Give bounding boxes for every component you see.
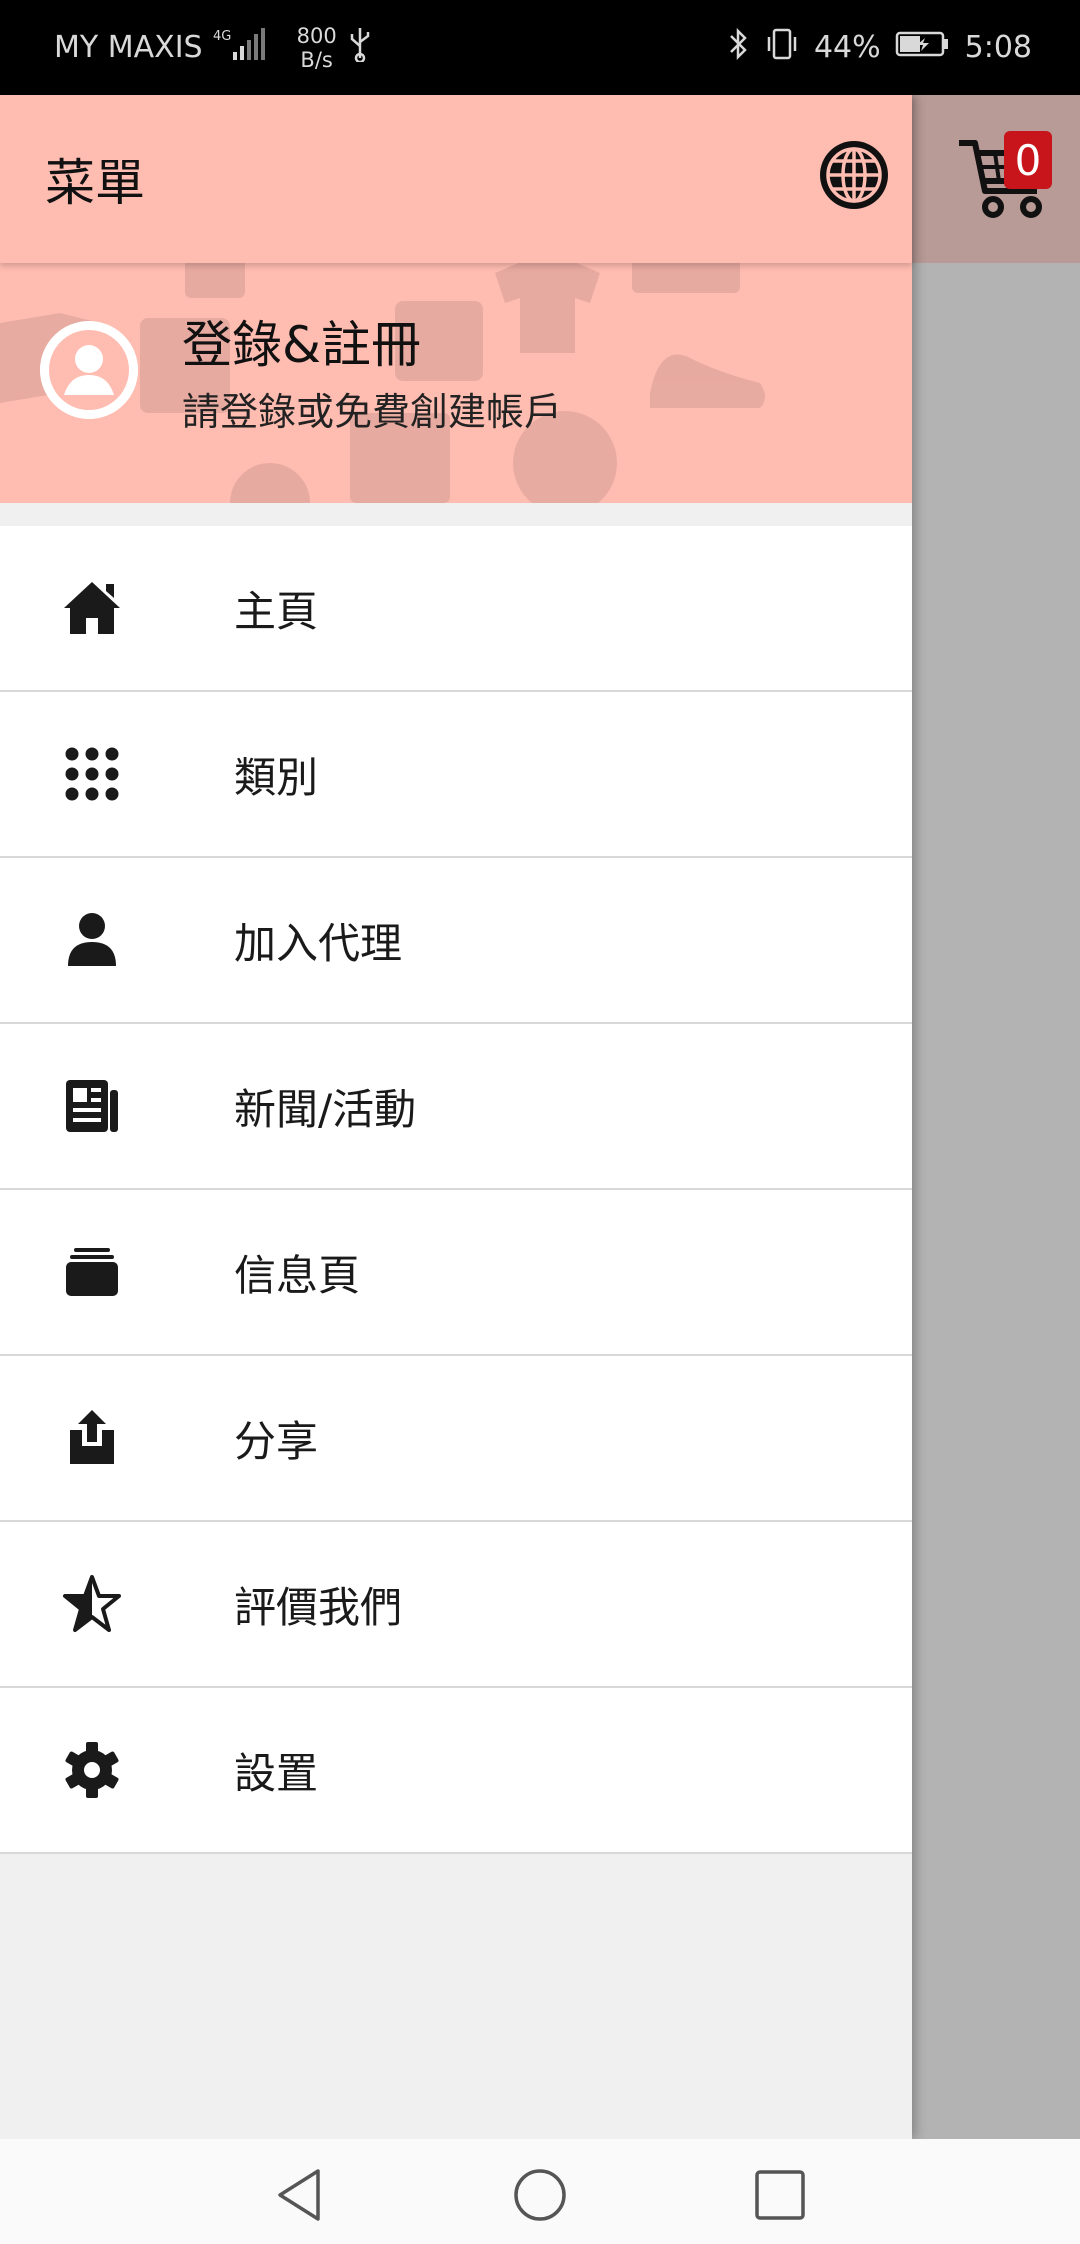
menu-item-news[interactable]: 新聞/活動 [0,1024,912,1190]
network-speed: 800 B/s [296,23,337,72]
menu-label-settings: 設置 [234,1748,319,1798]
stack-icon [62,1242,122,1302]
newspaper-icon [62,1076,122,1136]
home-nav-icon[interactable] [512,2167,568,2223]
menu-label-info-page: 信息頁 [234,1250,361,1300]
navigation-drawer: 菜單 登錄&註冊 請登錄或免費創建帳戶 主頁 類別 加入代理 新聞/活動 信息頁… [0,95,912,2139]
star-icon [62,1574,122,1634]
network-type: 4G [213,29,231,44]
menu-label-news: 新聞/活動 [234,1084,417,1134]
cart-count-badge: 0 [1004,131,1052,189]
home-icon [62,578,122,638]
menu-item-settings[interactable]: 設置 [0,1688,912,1854]
carrier-name: MY MAXIS [54,30,203,65]
login-subtitle: 請登錄或免費創建帳戶 [182,390,563,434]
menu-item-join-agent[interactable]: 加入代理 [0,858,912,1024]
drawer-title: 菜單 [45,154,145,212]
drawer-scrim[interactable] [912,95,1080,2139]
share-icon [62,1408,122,1468]
usb-icon [347,26,373,70]
menu-item-info-page[interactable]: 信息頁 [0,1190,912,1356]
menu-label-share: 分享 [234,1416,319,1466]
menu-label-join-agent: 加入代理 [234,918,403,968]
menu-item-categories[interactable]: 類別 [0,692,912,858]
back-icon[interactable] [272,2167,328,2223]
vibrate-icon [764,27,800,69]
avatar[interactable] [40,321,138,419]
menu-item-home[interactable]: 主頁 [0,526,912,692]
signal-icon: 4G [213,26,269,70]
menu-label-home: 主頁 [234,586,319,636]
drawer-app-bar: 菜單 [0,95,912,263]
status-bar: MY MAXIS 4G 800 B/s 44% 5:08 [0,0,1080,95]
login-register-title[interactable]: 登錄&註冊 [182,305,421,377]
battery-icon [895,29,951,67]
menu-item-rate-us[interactable]: 評價我們 [0,1522,912,1688]
menu-item-share[interactable]: 分享 [0,1356,912,1522]
battery-percent: 44% [813,30,881,65]
drawer-menu: 主頁 類別 加入代理 新聞/活動 信息頁 分享 評價我們 設置 [0,526,912,1854]
gear-icon [62,1740,122,1800]
menu-label-categories: 類別 [234,752,319,802]
person-icon [62,910,122,970]
account-header[interactable]: 登錄&註冊 請登錄或免費創建帳戶 [0,263,912,503]
grid-icon [62,744,122,804]
menu-label-rate-us: 評價我們 [234,1582,403,1632]
globe-icon[interactable] [818,139,890,211]
bluetooth-icon [728,27,750,69]
recents-icon[interactable] [752,2167,808,2223]
system-navigation-bar [0,2139,1080,2244]
clock: 5:08 [964,30,1032,65]
